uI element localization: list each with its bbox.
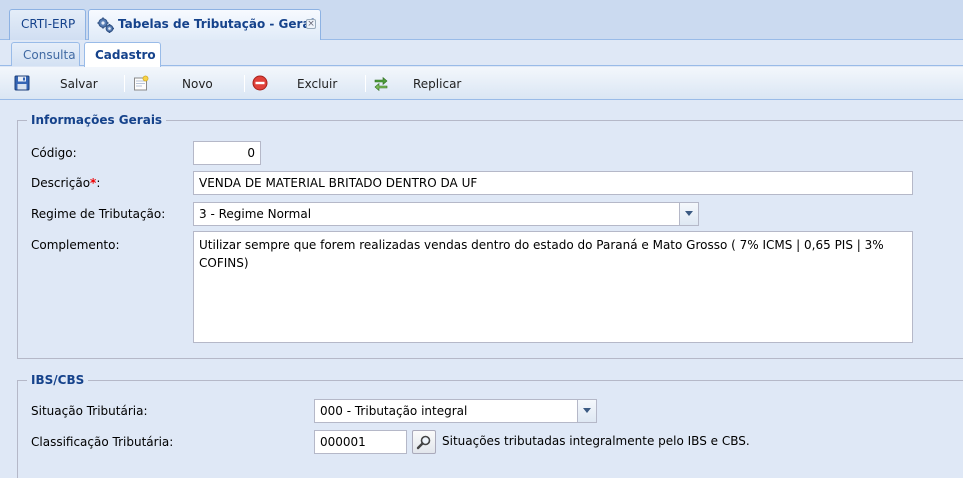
form-content: Informações Gerais Código: 0 Descrição*:…	[0, 101, 963, 478]
fieldset-legend: IBS/CBS	[27, 373, 89, 387]
sub-tab-strip: Consulta Cadastro	[0, 40, 963, 67]
descricao-label: Descrição*:	[31, 176, 101, 190]
complemento-label: Complemento:	[31, 238, 120, 252]
replicate-button[interactable]: Replicar	[373, 73, 468, 95]
fieldset-legend: Informações Gerais	[27, 113, 167, 127]
delete-button[interactable]: Excluir	[252, 73, 347, 95]
new-document-icon	[133, 75, 149, 91]
chevron-down-icon[interactable]	[577, 400, 596, 422]
save-button-label: Salvar	[60, 77, 98, 91]
main-tab-strip: CRTI-ERP Tabelas de Tributação - Geral ×	[0, 0, 963, 40]
replicate-arrows-icon	[373, 75, 389, 92]
fieldset-ibs-cbs: IBS/CBS Situação Tributária: 000 - Tribu…	[17, 373, 963, 478]
gears-icon	[97, 16, 115, 34]
tab-consulta[interactable]: Consulta	[11, 42, 80, 66]
toolbar: Salvar Novo Excluir Replicar	[0, 67, 963, 100]
floppy-disk-icon	[14, 75, 30, 91]
tab-tabelas-tributacao[interactable]: Tabelas de Tributação - Geral ×	[88, 9, 321, 40]
tab-cadastro[interactable]: Cadastro	[84, 42, 161, 67]
classificacao-tributaria-field[interactable]: 000001	[314, 430, 407, 454]
classificacao-tributaria-description: Situações tributadas integralmente pelo …	[442, 434, 750, 448]
delete-circle-icon	[252, 75, 268, 91]
descricao-field[interactable]: VENDA DE MATERIAL BRITADO DENTRO DA UF	[193, 171, 913, 195]
close-tab-icon[interactable]: ×	[306, 19, 316, 29]
toolbar-separator	[365, 75, 366, 92]
replicate-button-label: Replicar	[413, 77, 462, 91]
search-button[interactable]	[412, 430, 436, 454]
situacao-tributaria-select[interactable]: 000 - Tributação integral	[314, 399, 597, 423]
complemento-textarea[interactable]: Utilizar sempre que forem realizadas ven…	[193, 231, 913, 343]
delete-button-label: Excluir	[297, 77, 338, 91]
tab-crti-erp-label: CRTI-ERP	[21, 17, 76, 31]
classificacao-tributaria-label: Classificação Tributária:	[31, 435, 174, 449]
toolbar-separator	[124, 75, 125, 92]
chevron-down-icon[interactable]	[679, 203, 698, 225]
regime-tributacao-select[interactable]: 3 - Regime Normal	[193, 202, 699, 226]
regime-tributacao-label: Regime de Tributação:	[31, 207, 166, 221]
tab-cadastro-label: Cadastro	[95, 48, 156, 62]
save-button[interactable]: Salvar	[14, 73, 104, 95]
tab-crti-erp[interactable]: CRTI-ERP	[9, 9, 86, 40]
toolbar-separator	[244, 75, 245, 92]
tab-tabelas-tributacao-label: Tabelas de Tributação - Geral	[118, 17, 315, 31]
regime-tributacao-value: 3 - Regime Normal	[199, 207, 312, 221]
magnifier-icon	[416, 434, 432, 450]
new-button-label: Novo	[182, 77, 213, 91]
tab-consulta-label: Consulta	[23, 48, 76, 62]
codigo-label: Código:	[31, 146, 77, 160]
codigo-field[interactable]: 0	[193, 141, 261, 165]
fieldset-informacoes-gerais: Informações Gerais Código: 0 Descrição*:…	[17, 113, 963, 359]
situacao-tributaria-value: 000 - Tributação integral	[320, 404, 468, 418]
situacao-tributaria-label: Situação Tributária:	[31, 404, 148, 418]
new-button[interactable]: Novo	[133, 73, 223, 95]
